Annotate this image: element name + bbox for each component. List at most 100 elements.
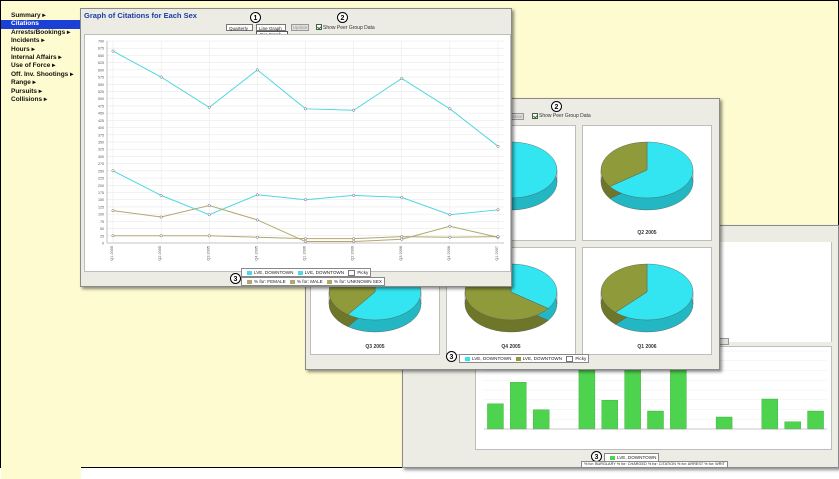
y-tick-label: 575 — [98, 76, 104, 80]
data-point — [159, 215, 163, 219]
data-point — [448, 235, 452, 239]
sidebar-item-collisions[interactable]: Collisions ▸ — [1, 96, 81, 104]
callout-3: 3 — [230, 273, 241, 284]
y-tick-label: 375 — [98, 133, 104, 137]
legend-item-1: LVE, DOWNTOWN — [254, 270, 294, 275]
graph-type-select[interactable]: Line Graph — [256, 24, 286, 31]
bar — [532, 409, 550, 430]
sidebar-item-off-inv-shootings[interactable]: Off. Inv. Shootings ▸ — [1, 71, 81, 79]
data-point — [304, 237, 307, 241]
bar-legend-label: LVE, DOWNTOWN — [617, 455, 657, 460]
data-point — [352, 108, 356, 112]
pie-label-q4-2005: Q4 2005 — [501, 344, 521, 350]
pie-peer-group-label: Show Peer Group Data — [539, 113, 591, 119]
data-point — [496, 144, 500, 148]
x-tick-label: Q4 2005 — [254, 246, 258, 261]
legend-item-3: Picky — [357, 270, 369, 275]
x-tick-label: Q3 2006 — [399, 246, 403, 261]
y-tick-label: 125 — [98, 205, 104, 209]
line-chart-window: Graph of Citations for Each Sex 1 2 Quar… — [80, 8, 512, 287]
y-tick-label: 150 — [98, 198, 104, 202]
y-tick-label: 700 — [98, 40, 104, 44]
bar-legend-2-2: % for: CITATION — [647, 462, 676, 466]
sidebar-item-arrests-bookings[interactable]: Arrests/Bookings ▸ — [1, 29, 81, 37]
y-tick-label: 400 — [98, 126, 104, 130]
data-point — [255, 218, 259, 222]
legend-item-unknown: % for: UNKNOWN SEX — [334, 279, 383, 284]
bar — [624, 359, 641, 430]
pie-chart-2 — [600, 141, 694, 211]
data-point — [111, 234, 115, 238]
pie-legend-item-3: Picky — [575, 356, 587, 361]
x-tick-label: Q3 2005 — [206, 246, 210, 261]
legend-item-female: % for: FEMALE — [254, 279, 286, 284]
y-tick-label: 75 — [100, 220, 104, 224]
y-tick-label: 0 — [102, 242, 104, 246]
peer-group-label: Show Peer Group Data — [323, 25, 375, 31]
peer-group-checkbox[interactable] — [316, 24, 322, 30]
update-button[interactable]: Update — [291, 24, 309, 31]
y-tick-label: 225 — [98, 177, 104, 181]
bar-legend-2-0: % for: BURGLARY — [584, 462, 616, 466]
y-tick-label: 550 — [98, 83, 104, 87]
data-point — [496, 208, 500, 212]
data-point — [111, 169, 115, 173]
data-point — [400, 235, 404, 239]
sidebar-item-citations[interactable]: Citations — [1, 20, 81, 29]
x-tick-label: Q1 2005 — [110, 246, 114, 261]
sidebar-item-use-of-force[interactable]: Use of Force ▸ — [1, 62, 81, 70]
bar-side-button[interactable] — [719, 338, 729, 345]
y-tick-label: 175 — [98, 191, 104, 195]
sidebar-item-pursuits[interactable]: Pursuits ▸ — [1, 88, 81, 96]
bar-legend-2-4: % for: WRIT — [704, 462, 725, 466]
sidebar-item-summary[interactable]: Summary ▸ — [1, 12, 81, 20]
sidebar-item-hours[interactable]: Hours ▸ — [1, 46, 81, 54]
data-point — [207, 105, 211, 109]
bar — [487, 403, 504, 430]
bar — [784, 421, 801, 430]
data-point — [207, 213, 211, 217]
data-point — [448, 213, 452, 217]
y-tick-label: 500 — [98, 97, 104, 101]
pie-label-q3-2005: Q3 2005 — [365, 344, 385, 350]
data-point — [111, 49, 115, 53]
data-point — [496, 235, 500, 239]
y-tick-label: 475 — [98, 104, 104, 108]
data-point — [448, 224, 452, 228]
page-title: Graph of Citations for Each Sex — [84, 11, 197, 20]
y-tick-label: 675 — [98, 47, 104, 51]
data-point — [448, 107, 452, 111]
y-tick-label: 350 — [98, 141, 104, 145]
bar-legend-row2: % for: BURGLARY % for: CHARGED % for: CI… — [581, 461, 728, 468]
bar — [807, 410, 824, 430]
sidebar-item-range[interactable]: Range ▸ — [1, 79, 81, 87]
bar — [715, 416, 733, 430]
data-point — [255, 235, 259, 239]
data-point — [159, 234, 163, 238]
y-tick-label: 425 — [98, 119, 104, 123]
pie-chart-5 — [600, 263, 694, 333]
sidebar-item-incidents[interactable]: Incidents ▸ — [1, 37, 81, 45]
data-point — [304, 198, 307, 202]
line-chart: 0 25 50 75 100 125 150 175 200 225 250 275 300 325 350… — [98, 40, 504, 261]
bar — [510, 382, 527, 430]
callout-3-pie: 3 — [446, 351, 457, 362]
sidebar-item-internal-affairs[interactable]: Internal Affairs ▸ — [1, 54, 81, 62]
line-legend-row1: LVE, DOWNTOWN LVE, DOWNTOWN Picky — [241, 268, 372, 277]
bar — [647, 410, 664, 430]
y-tick-label: 600 — [98, 68, 104, 72]
legend-item-male: % for: MALE — [296, 279, 323, 284]
pie-peer-group-checkbox[interactable] — [532, 113, 538, 119]
y-tick-label: 625 — [98, 61, 104, 65]
bar — [578, 359, 596, 430]
line-legend-row2: % for: FEMALE % for: MALE % for: UNKNOWN… — [241, 277, 386, 286]
data-point — [207, 204, 211, 207]
y-tick-label: 325 — [98, 148, 104, 152]
data-point — [255, 68, 259, 72]
pie-cell-5: Q1 2006 — [582, 247, 712, 355]
pie-label-q1-2006: Q1 2006 — [637, 344, 657, 350]
data-point — [304, 107, 307, 111]
data-point — [400, 195, 404, 199]
period-select[interactable]: Quarterly — [226, 24, 253, 31]
data-point — [159, 75, 163, 79]
